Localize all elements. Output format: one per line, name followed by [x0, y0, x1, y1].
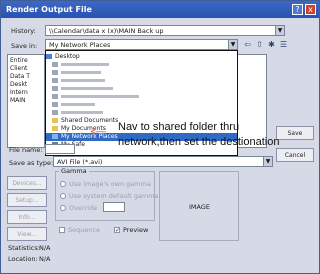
folder-icon: [52, 126, 58, 131]
dropdown-item-blurred[interactable]: [46, 77, 237, 85]
dropdown-item-blurred[interactable]: [46, 101, 237, 109]
annotation-arrow: <-----: [90, 127, 106, 136]
sequence-label: Sequence: [68, 226, 101, 234]
image-label: IMAGE: [189, 203, 211, 211]
view-menu-icon[interactable]: ☰: [279, 40, 288, 49]
cancel-button[interactable]: Cancel: [276, 148, 314, 162]
file-name-label: File name:: [9, 146, 43, 154]
dropdown-item-blurred[interactable]: [46, 85, 237, 93]
override-label: Override: [69, 204, 98, 212]
dropdown-item-desktop[interactable]: Desktop: [46, 53, 237, 61]
back-icon[interactable]: ⇦: [243, 40, 252, 49]
drive-icon: [52, 94, 58, 99]
list-item[interactable]: Deskt: [10, 81, 27, 88]
save-in-dropdown[interactable]: My Network Places ▼: [45, 39, 238, 50]
save-as-type-dropdown[interactable]: AVI File (*.avi) ▼: [53, 156, 273, 167]
save-in-value: My Network Places: [49, 41, 111, 49]
desktop-icon: [46, 54, 52, 59]
preview-checkbox[interactable]: ✓: [114, 227, 120, 234]
network-icon: [52, 134, 58, 139]
list-item[interactable]: Client: [10, 65, 27, 72]
up-folder-icon[interactable]: ⇧: [255, 40, 264, 49]
setup-button[interactable]: Setup...: [7, 193, 47, 207]
chevron-down-icon: ▼: [228, 40, 237, 49]
dropdown-item-blurred[interactable]: [46, 61, 237, 69]
dropdown-item-blurred[interactable]: [46, 69, 237, 77]
use-system-gamma-radio[interactable]: [60, 193, 66, 199]
dropdown-item-blurred[interactable]: [46, 109, 237, 117]
history-label: History:: [11, 27, 36, 35]
close-button[interactable]: x: [305, 4, 316, 15]
save-as-type-label: Save as type:: [9, 159, 54, 167]
dialog-title: Render Output File: [1, 1, 319, 18]
drive-icon: [52, 86, 58, 91]
save-as-type-value: AVI File (*.avi): [57, 158, 103, 166]
use-image-gamma-radio[interactable]: [60, 181, 66, 187]
override-value-input[interactable]: [103, 202, 125, 212]
preview-label: Preview: [123, 226, 149, 234]
chevron-down-icon: ▼: [263, 157, 272, 166]
drive-icon: [52, 102, 58, 107]
use-system-gamma-label: Use system default gamma: [69, 192, 159, 200]
location-value: N/A: [39, 255, 51, 263]
use-image-gamma-label: Use image's own gamma: [69, 180, 151, 188]
list-item[interactable]: Intern: [10, 89, 28, 96]
location-label: Location:: [8, 255, 38, 263]
view-button[interactable]: View...: [7, 227, 47, 241]
list-item[interactable]: Data T: [10, 73, 30, 80]
drive-icon: [52, 110, 58, 115]
gamma-title: Gamma: [59, 167, 89, 175]
statistics-value: N/A: [39, 244, 51, 252]
file-name-input[interactable]: [45, 144, 75, 154]
override-radio[interactable]: [60, 205, 66, 211]
dropdown-item-blurred[interactable]: [46, 93, 237, 101]
list-item[interactable]: MAIN: [10, 97, 26, 104]
new-folder-icon[interactable]: ✱: [267, 40, 276, 49]
chevron-down-icon: ▼: [275, 26, 284, 35]
list-item[interactable]: Entire: [10, 57, 28, 64]
annotation-text: Nav to shared folder thru network,then s…: [118, 121, 280, 148]
folder-icon: [52, 70, 58, 75]
save-in-label: Save in:: [11, 42, 38, 50]
devices-button[interactable]: Devices...: [7, 176, 47, 190]
help-button[interactable]: ?: [292, 4, 303, 15]
drive-icon: [52, 78, 58, 83]
places-pane: Entire Client Data T Deskt Intern MAIN: [7, 54, 45, 148]
sequence-checkbox[interactable]: [59, 227, 65, 233]
history-dropdown[interactable]: \\Calendar\data x (x)\MAIN Back up ▼: [45, 25, 285, 36]
history-value: \\Calendar\data x (x)\MAIN Back up: [49, 27, 164, 35]
statistics-label: Statistics:: [8, 244, 40, 252]
info-button[interactable]: Info...: [7, 210, 47, 224]
folder-icon: [52, 118, 58, 123]
computer-icon: [52, 62, 58, 67]
